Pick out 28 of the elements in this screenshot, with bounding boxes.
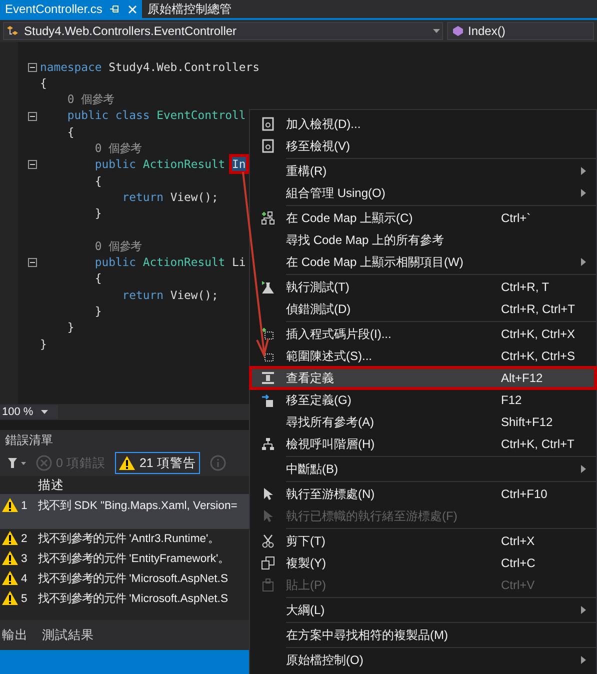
- error-description: 找不到參考的元件 'EntityFramework'。: [38, 552, 230, 567]
- panel-title: 錯誤清單: [5, 432, 53, 449]
- code-line: }: [94, 205, 102, 222]
- error-description: 找不到參考的元件 'Microsoft.AspNet.S: [38, 592, 228, 607]
- code-line: {: [94, 172, 102, 190]
- row-number: 2: [21, 532, 28, 547]
- code-line: }: [66, 319, 74, 336]
- reference-count: 0 個參考: [94, 238, 142, 255]
- error-description: 找不到參考的元件 'Microsoft.AspNet.S: [38, 572, 228, 587]
- error-description: 找不到 SDK "Bing.Maps.Xaml, Version=: [38, 498, 238, 514]
- code-line: }: [94, 303, 102, 320]
- code-line: }: [40, 336, 47, 353]
- code-line: {: [66, 124, 74, 141]
- code-line: public class EventControll: [66, 107, 246, 124]
- code-line: return View();: [121, 188, 218, 206]
- row-number: 1: [21, 499, 28, 514]
- code-line: public ActionResult Li: [94, 254, 246, 272]
- reference-count: 0 個參考: [94, 140, 142, 158]
- row-number: 3: [21, 552, 28, 567]
- code-line: {: [40, 74, 47, 92]
- row-number: 5: [21, 592, 28, 607]
- code-line: return View();: [121, 286, 218, 304]
- code-line: {: [94, 270, 102, 288]
- code-line: public ActionResult In: [94, 156, 246, 174]
- code-line: namespace Study4.Web.Controllers: [40, 58, 260, 76]
- row-number: 4: [21, 572, 28, 587]
- reference-count: 0 個參考: [66, 91, 114, 108]
- error-description: 找不到參考的元件 'Antlr3.Runtime'。: [38, 532, 220, 547]
